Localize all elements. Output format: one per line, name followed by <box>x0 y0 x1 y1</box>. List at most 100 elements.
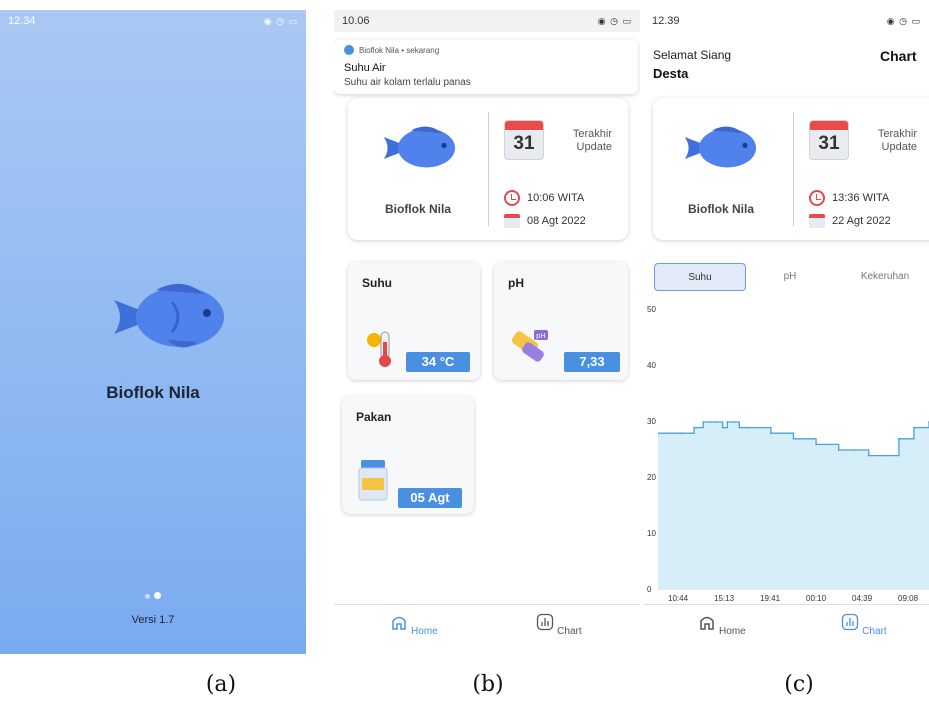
update-time: 13:36 WITA <box>832 192 890 204</box>
ph-tile[interactable]: pH pH 7,33 <box>494 262 628 380</box>
update-time-row: 10:06 WITA <box>504 190 584 206</box>
bottom-nav: Home Chart <box>334 604 640 654</box>
update-date: 22 Agt 2022 <box>832 215 891 227</box>
user-name: Desta <box>653 66 689 81</box>
status-time: 10.06 <box>342 15 370 27</box>
status-card: Bioflok Nila 31 Terakhir Update 13:36 WI… <box>653 98 929 240</box>
chart-area <box>658 422 929 590</box>
chart-point <box>852 449 855 451</box>
chart-point <box>815 443 817 446</box>
tab-ph[interactable]: pH <box>760 263 820 291</box>
chart-screen: 12.39 ◉ ◷ ▭ Selamat Siang Desta Chart Bi… <box>644 10 929 654</box>
y-tick-label: 50 <box>647 305 656 314</box>
last-update-label: Terakhir Update <box>572 128 612 153</box>
chart-point <box>867 454 870 457</box>
tab-kekeruhan[interactable]: Kekeruhan <box>840 263 929 291</box>
splash-screen: 12.34 ◉ ◷ ▭ Bioflok Nila Versi 1.7 <box>0 10 306 654</box>
last-update-label: Terakhir Update <box>877 128 917 153</box>
chart-point <box>898 437 900 440</box>
chart-point <box>837 449 840 451</box>
update-time: 10:06 WITA <box>527 192 585 204</box>
splash-app-name: Bioflok Nila <box>106 383 200 402</box>
status-icons: ◉ ◷ ▭ <box>886 15 921 26</box>
update-date-row: 22 Agt 2022 <box>809 214 891 228</box>
bottom-nav: Home Chart <box>644 604 929 654</box>
version-label: Versi 1.7 <box>131 614 175 626</box>
nav-home-label: Home <box>719 626 746 637</box>
update-time-row: 13:36 WITA <box>809 190 889 206</box>
notification-banner[interactable]: Bioflok Nila • sekarang Suhu Air Suhu ai… <box>334 40 638 94</box>
chart-point <box>714 421 717 423</box>
status-card: Bioflok Nila 31 Terakhir Update 10:06 WI… <box>348 98 628 240</box>
nav-chart[interactable]: Chart <box>824 613 904 637</box>
y-tick-label: 20 <box>647 473 656 482</box>
x-tick-label: 19:41 <box>760 594 781 603</box>
ph-meter-icon: pH <box>511 330 548 362</box>
ph-value: 7,33 <box>564 352 620 372</box>
nav-chart[interactable]: Chart <box>519 613 599 637</box>
thermometer-icon <box>367 331 391 367</box>
date-icon <box>504 214 520 228</box>
update-date-row: 08 Agt 2022 <box>504 214 586 228</box>
y-tick-label: 0 <box>647 585 652 594</box>
y-tick-label: 30 <box>647 417 656 426</box>
y-tick-label: 40 <box>647 361 656 370</box>
status-time: 12.39 <box>652 15 680 27</box>
chart-point <box>721 426 724 429</box>
x-tick-label: 00:10 <box>806 594 827 603</box>
clock-icon <box>809 190 825 206</box>
tab-suhu[interactable]: Suhu <box>654 263 746 291</box>
notification-source: Bioflok Nila • sekarang <box>359 45 440 55</box>
card-fish-name: Bioflok Nila <box>384 202 451 216</box>
svg-text:pH: pH <box>536 332 546 340</box>
status-bar: 10.06 ◉ ◷ ▭ <box>334 10 640 32</box>
chart-point <box>702 421 705 423</box>
fish-logo-icon <box>114 283 224 348</box>
nav-home[interactable]: Home <box>682 613 762 637</box>
notification-body: Suhu air kolam terlalu panas <box>344 77 471 88</box>
greeting: Selamat Siang <box>653 48 732 62</box>
feed-jar-icon <box>358 460 388 501</box>
chart-point <box>726 421 729 423</box>
home-screen: 10.06 ◉ ◷ ▭ Bioflok Nila • sekarang Suhu… <box>334 10 640 654</box>
x-tick-label: 10:44 <box>668 594 689 603</box>
fish-icon <box>383 126 456 168</box>
nav-home-label: Home <box>411 626 438 637</box>
status-time: 12.34 <box>8 15 36 27</box>
chart-icon <box>537 613 554 631</box>
nav-chart-label: Chart <box>557 626 582 637</box>
chart-point <box>708 421 711 423</box>
x-tick-label: 15:13 <box>714 594 735 603</box>
chart-point <box>882 454 885 457</box>
x-tick-label: 04:39 <box>852 594 873 603</box>
chart-point <box>747 426 750 429</box>
fish-icon <box>684 126 757 168</box>
suhu-title: Suhu <box>362 276 392 290</box>
notification-title: Suhu Air <box>344 62 386 74</box>
calendar-icon: 31 <box>809 120 849 160</box>
status-bar: 12.39 ◉ ◷ ▭ <box>644 10 929 32</box>
status-bar: 12.34 ◉ ◷ ▭ <box>0 10 306 32</box>
clock-icon <box>504 190 520 206</box>
suhu-value: 34 °C <box>406 352 470 372</box>
pakan-title: Pakan <box>356 410 392 424</box>
update-date: 08 Agt 2022 <box>527 215 586 227</box>
chart-icon <box>842 613 859 631</box>
y-tick-label: 10 <box>647 529 656 538</box>
date-icon <box>809 214 825 228</box>
status-icons: ◉ ◷ ▭ <box>263 15 298 26</box>
suhu-tile[interactable]: Suhu 34 °C <box>348 262 480 380</box>
chart-point <box>679 432 682 435</box>
caption-b: (b) <box>472 672 504 697</box>
nav-home[interactable]: Home <box>374 613 454 637</box>
ph-title: pH <box>508 276 524 290</box>
calendar-icon: 31 <box>504 120 544 160</box>
chart-point <box>738 426 741 429</box>
calendar-day: 31 <box>818 133 840 154</box>
home-icon <box>700 616 715 630</box>
chart-point <box>792 437 795 440</box>
caption-a: (a) <box>205 672 237 697</box>
pakan-tile[interactable]: Pakan 05 Agt <box>342 396 474 514</box>
page-indicator <box>0 586 306 604</box>
chart-point <box>696 426 698 429</box>
